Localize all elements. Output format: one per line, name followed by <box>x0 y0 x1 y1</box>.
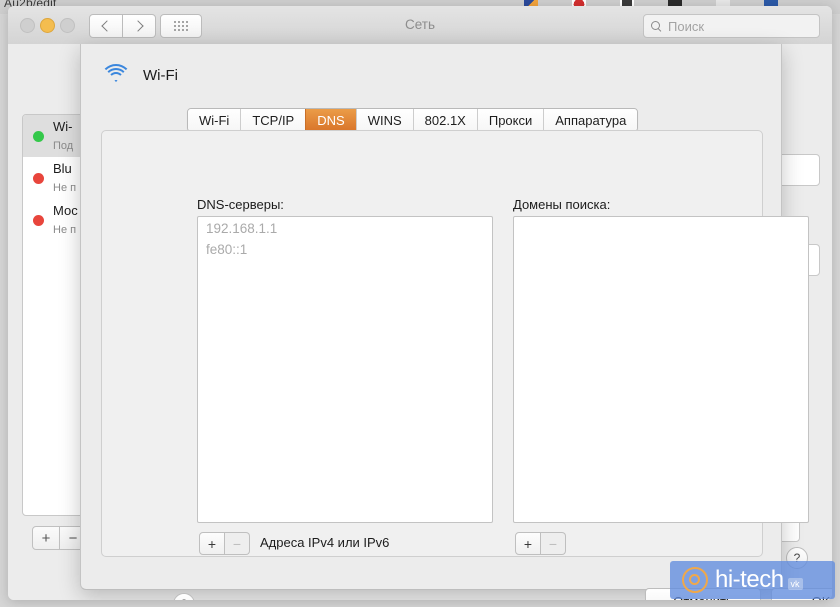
tab-wins[interactable]: WINS <box>355 109 413 131</box>
search-domains-label: Домены поиска: <box>513 197 611 212</box>
sheet-header: Wi-Fi <box>100 64 178 86</box>
search-domains-toolbar: + − <box>515 532 566 555</box>
screen: Au2b/edit Сеть Поиск Wi- Под Blu Не п Мо… <box>0 0 840 607</box>
at-sign-icon <box>682 567 708 593</box>
service-name: Blu <box>53 160 72 176</box>
tab-tcpip[interactable]: TCP/IP <box>240 109 306 131</box>
dns-servers-label: DNS-серверы: <box>197 197 284 212</box>
wifi-icon <box>100 64 132 86</box>
add-search-domain-button[interactable]: + <box>515 532 541 555</box>
service-status: Под <box>53 140 74 152</box>
tab-8021x[interactable]: 802.1X <box>412 109 477 131</box>
search-field[interactable]: Поиск <box>643 14 820 38</box>
tab-proxies[interactable]: Прокси <box>476 109 544 131</box>
list-item[interactable]: fe80::1 <box>198 238 492 259</box>
status-dot-red-icon <box>33 172 44 184</box>
service-status: Не п <box>53 182 77 194</box>
network-preferences-window: Сеть Поиск Wi- Под Blu Не п Моc Не п + −… <box>8 6 832 600</box>
tab-wifi[interactable]: Wi-Fi <box>188 109 241 131</box>
watermark: hi-tech vk <box>670 561 835 599</box>
service-name: Wi- <box>53 118 73 134</box>
dns-servers-list[interactable]: 192.168.1.1 fe80::1 <box>197 216 493 523</box>
service-name: Моc <box>53 202 78 218</box>
wifi-advanced-sheet: Wi-Fi Wi-Fi TCP/IP DNS WINS 802.1X Прокс… <box>80 44 832 600</box>
dns-servers-toolbar: + − <box>199 532 250 555</box>
service-status: Не п <box>53 224 77 236</box>
watermark-badge: vk <box>787 578 803 590</box>
add-service-button[interactable]: + <box>32 526 60 550</box>
search-icon <box>651 20 662 32</box>
search-placeholder: Поиск <box>668 18 705 34</box>
remove-search-domain-button[interactable]: − <box>541 532 566 555</box>
sheet-title: Wi-Fi <box>143 66 178 84</box>
status-dot-green-icon <box>33 130 44 142</box>
search-domains-list[interactable] <box>513 216 809 523</box>
service-list-toolbar: + − <box>32 526 87 550</box>
add-dns-server-button[interactable]: + <box>199 532 225 555</box>
dns-address-hint: Адреса IPv4 или IPv6 <box>260 535 390 550</box>
tab-dns[interactable]: DNS <box>305 109 356 131</box>
list-item[interactable]: 192.168.1.1 <box>198 217 492 238</box>
window-titlebar: Сеть Поиск <box>8 6 832 45</box>
sheet-tabbar: Wi-Fi TCP/IP DNS WINS 802.1X Прокси Аппа… <box>187 108 639 132</box>
watermark-text: hi-tech <box>715 566 784 593</box>
tab-hardware[interactable]: Аппаратура <box>543 109 638 131</box>
status-dot-red-icon <box>33 214 44 226</box>
remove-dns-server-button[interactable]: − <box>225 532 250 555</box>
